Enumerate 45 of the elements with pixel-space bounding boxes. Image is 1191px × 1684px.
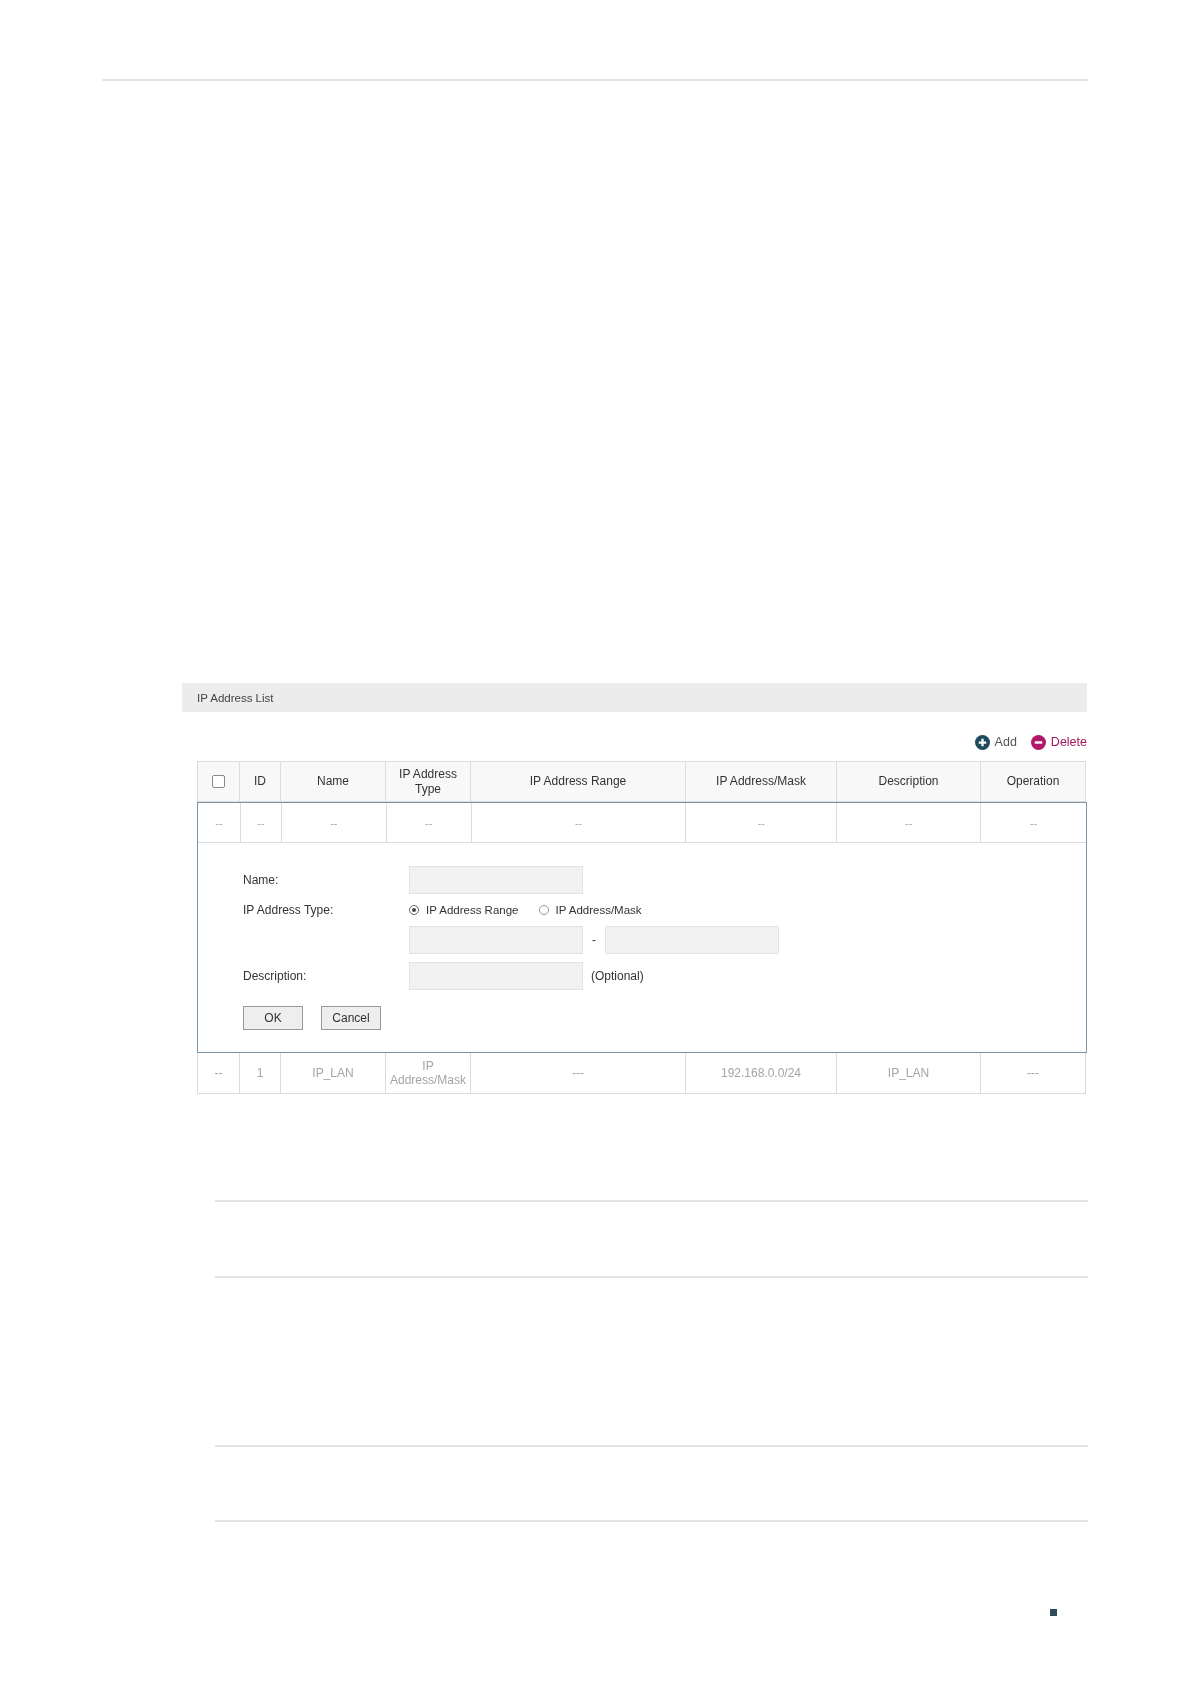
page-marker	[1050, 1609, 1057, 1616]
table-cell: --	[471, 803, 687, 843]
table-cell: --	[981, 803, 1086, 843]
radio-button[interactable]	[409, 905, 419, 915]
table-cell: --	[386, 803, 472, 843]
field-label: IP Address Type:	[243, 903, 335, 917]
end-ip-field[interactable]	[605, 926, 779, 954]
radio-label: IP Address/Mask	[555, 904, 642, 916]
optional-hint: (Optional)	[591, 969, 644, 983]
cancel-button[interactable]: Cancel	[321, 1006, 381, 1030]
table-cell: IP Address/Mask	[386, 1053, 471, 1094]
radio-label: IP Address Range	[426, 904, 519, 916]
table-cell: --	[837, 803, 982, 843]
column-header: Description	[837, 761, 981, 802]
add-button[interactable]: Add	[974, 734, 1017, 750]
table-cell: 192.168.0.0/24	[686, 1053, 837, 1094]
table-cell: --	[198, 803, 241, 843]
table-cell: --	[281, 803, 387, 843]
field-label: Name:	[243, 873, 280, 887]
description-field[interactable]	[409, 962, 583, 990]
column-header: IP Address/Mask	[686, 761, 837, 802]
radio-button[interactable]	[538, 905, 549, 915]
table-cell: ---	[981, 1053, 1086, 1094]
table-cell: 1	[240, 1053, 281, 1094]
range-separator: -	[591, 933, 597, 947]
name-field[interactable]	[409, 866, 583, 894]
delete-button[interactable]: Delete	[1030, 734, 1087, 750]
panel-title: IP Address List	[197, 691, 274, 704]
select-all-checkbox[interactable]	[212, 775, 225, 788]
table-cell: ---	[471, 1053, 686, 1094]
field-label: Description:	[243, 969, 308, 983]
table-cell: IP_LAN	[281, 1053, 386, 1094]
ok-button[interactable]: OK	[243, 1006, 303, 1030]
table-cell: --	[240, 803, 282, 843]
column-header: ID	[240, 761, 281, 802]
column-header: Operation	[981, 761, 1086, 802]
table-cell: IP_LAN	[837, 1053, 981, 1094]
column-header: Name	[281, 761, 386, 802]
table-cell: --	[197, 1053, 240, 1094]
column-header: IP Address Type	[386, 761, 471, 802]
start-ip-field[interactable]	[409, 926, 583, 954]
plus-icon	[974, 734, 990, 750]
minus-icon	[1030, 734, 1046, 750]
table-cell: --	[686, 803, 838, 843]
column-header: IP Address Range	[471, 761, 686, 802]
